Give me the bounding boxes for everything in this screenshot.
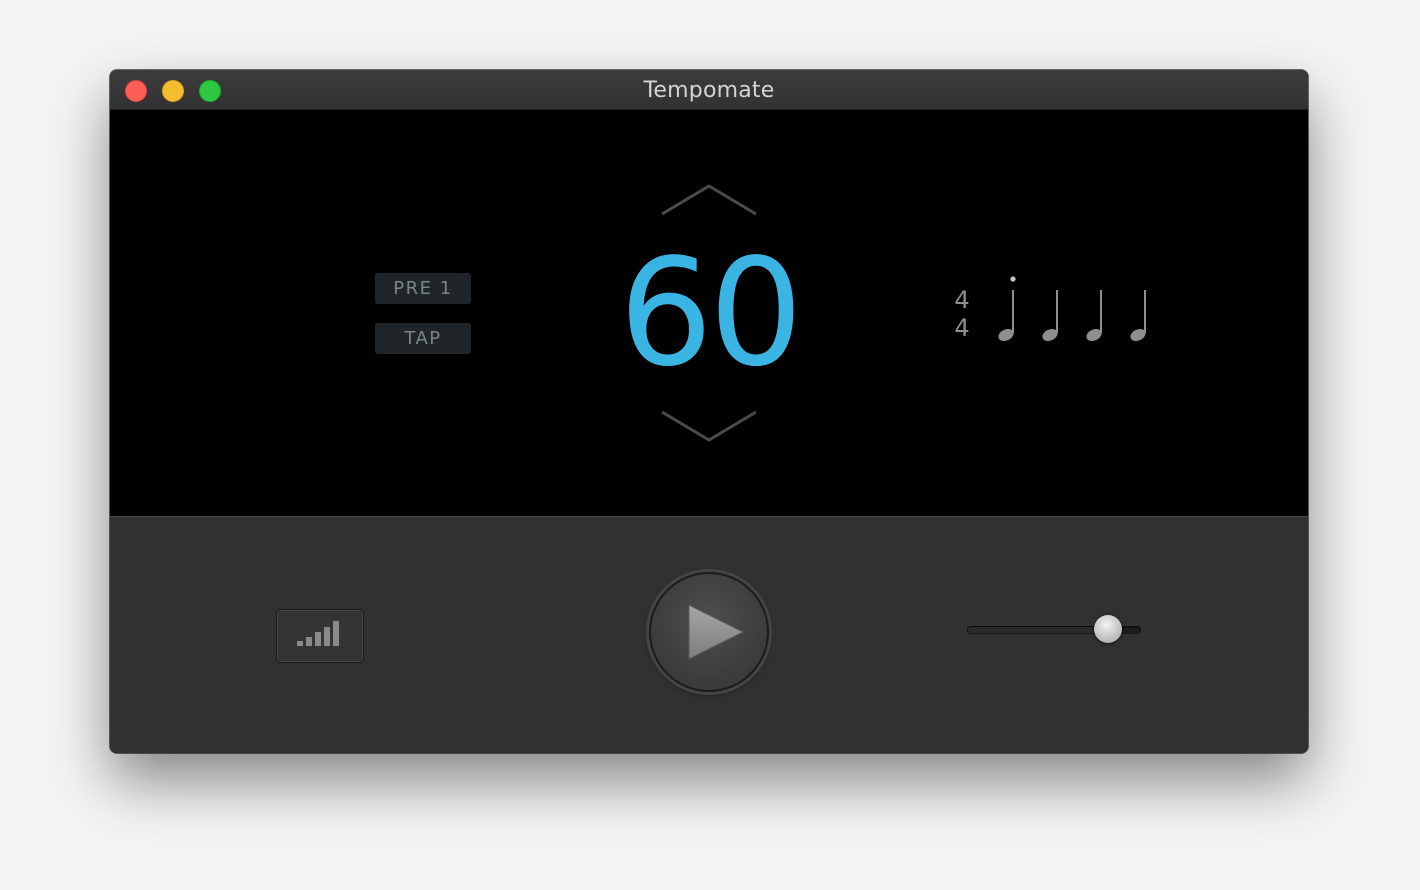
beat-indicator[interactable] (990, 270, 1170, 350)
time-signature-denominator: 4 (954, 314, 970, 342)
volume-slider[interactable] (967, 615, 1141, 645)
control-panel (110, 516, 1308, 753)
title-bar: Tempomate (110, 70, 1308, 110)
tempo-increase-button[interactable] (659, 182, 759, 222)
app-window: Tempomate PRE 1 TAP 60 4 4 (110, 70, 1308, 753)
time-signature-numerator: 4 (954, 286, 970, 314)
active-beat-dot (1010, 276, 1016, 282)
tap-tempo-button[interactable]: TAP (375, 323, 471, 354)
quarter-note-icon (1086, 290, 1102, 342)
quarter-note-icon (1130, 290, 1146, 342)
volume-slider-fill (968, 627, 1107, 633)
chevron-down-icon (661, 410, 757, 442)
quarter-note-icon (998, 290, 1014, 342)
chevron-up-icon (661, 184, 757, 216)
window-title: Tempomate (643, 78, 775, 103)
time-signature[interactable]: 4 4 (950, 286, 974, 342)
tempo-decrease-button[interactable] (659, 406, 759, 446)
bpm-value[interactable]: 60 (560, 238, 858, 388)
volume-slider-knob[interactable] (1094, 615, 1122, 643)
signal-bars-icon (297, 621, 339, 646)
play-icon (688, 604, 745, 660)
tempo-display: PRE 1 TAP 60 4 4 (110, 110, 1308, 516)
quarter-note-icon (1042, 290, 1058, 342)
play-button[interactable] (649, 572, 769, 692)
preset-button[interactable]: PRE 1 (375, 273, 471, 304)
sound-button[interactable] (276, 609, 364, 663)
